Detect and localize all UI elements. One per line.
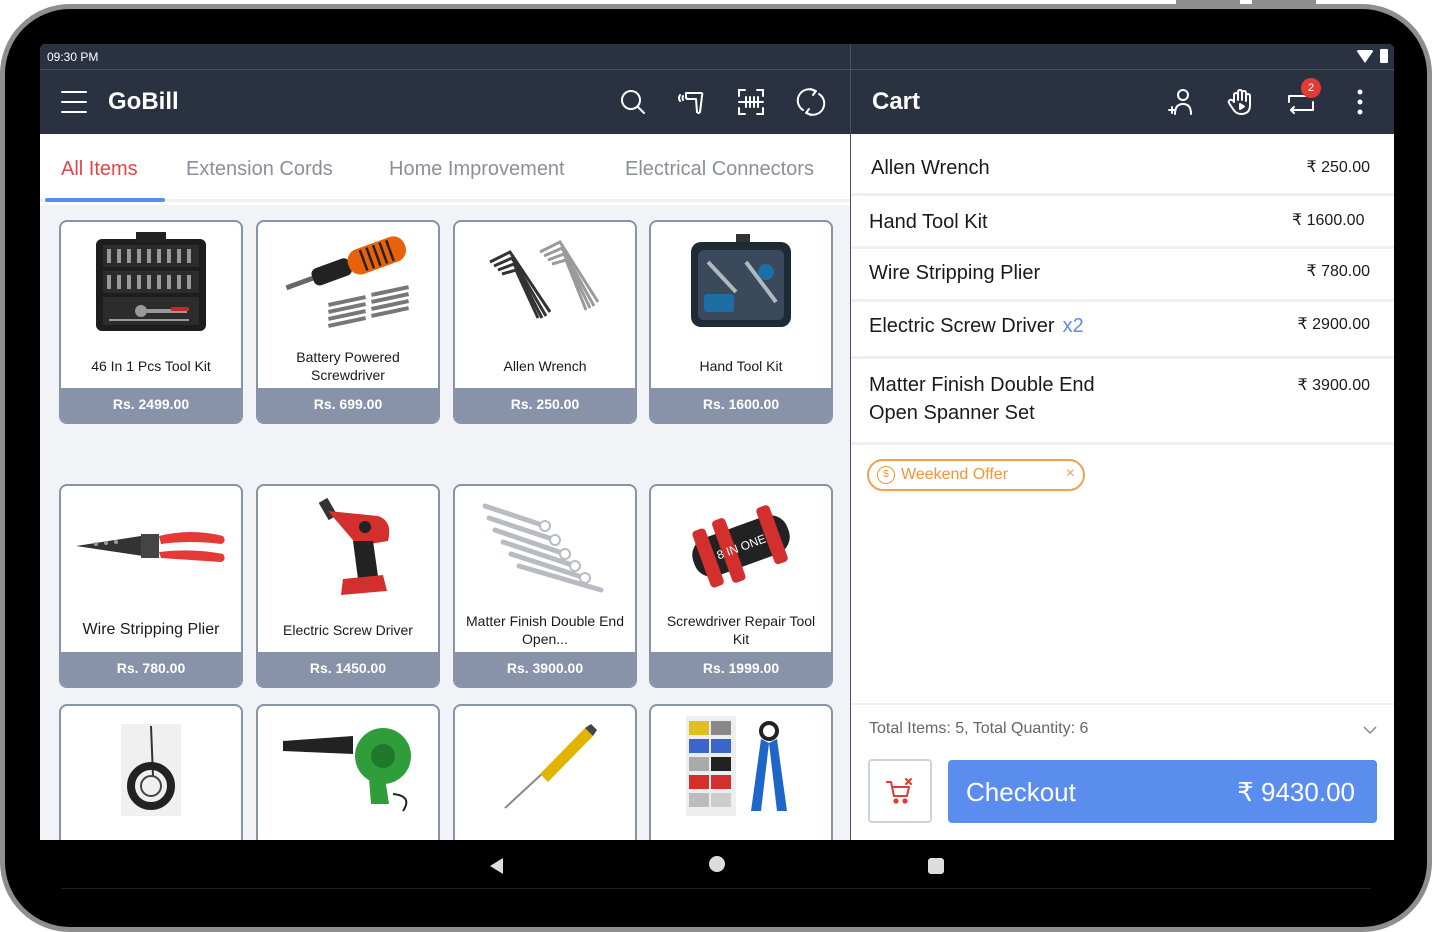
cart-item-name-text: Electric Screw Driver [869, 315, 1055, 337]
repair-kit-image: 8 IN ONE [651, 486, 831, 606]
product-price: Rs. 1450.00 [258, 652, 438, 686]
barcode-scan-icon[interactable] [735, 86, 767, 118]
product-name: Hand Tool Kit [699, 358, 783, 374]
product-name: Screwdriver Repair Tool Kit [666, 613, 816, 647]
cart-item-name: Allen Wrench [871, 157, 990, 179]
power-button [1252, 0, 1316, 4]
tab-extension-cords[interactable]: Extension Cords [186, 158, 333, 181]
volume-button [1176, 0, 1240, 4]
cart-item-name: Wire Stripping Plier [869, 262, 1041, 284]
product-card[interactable]: Matter Finish Double End Open... Rs. 390… [453, 484, 637, 688]
cart-item-price: ₹ 3900.00 [1297, 377, 1370, 394]
wire-stripper-image [61, 486, 241, 606]
hand-tool-kit-image [651, 222, 831, 342]
offer-label: Weekend Offer [901, 466, 1009, 483]
cart-title: Cart [872, 88, 921, 115]
cart-item-price: ₹ 780.00 [1306, 263, 1370, 280]
clear-cart-icon [886, 778, 912, 804]
cart-item-price: ₹ 2900.00 [1297, 316, 1370, 333]
home-icon[interactable] [709, 856, 725, 872]
scanner-gun-icon[interactable] [676, 86, 708, 118]
tester-image [455, 706, 635, 826]
product-name: Matter Finish Double End Open... [466, 613, 624, 647]
product-grid: 46 In 1 Pcs Tool Kit Rs. 2499.00 Battery… [40, 205, 850, 874]
product-card[interactable]: Wire Stripping Plier Rs. 780.00 [59, 484, 243, 688]
back-icon[interactable] [490, 858, 503, 874]
product-price: Rs. 250.00 [455, 388, 635, 422]
cart-item-name: Electric Screw Driver x2 [869, 312, 1084, 340]
cart-items: Allen Wrench ₹ 250.00 Hand Tool Kit ₹ 16… [851, 134, 1394, 445]
product-card[interactable]: Electric Screw Driver Rs. 1450.00 [256, 484, 440, 688]
search-icon[interactable] [617, 86, 649, 118]
active-tab-indicator [45, 198, 165, 202]
cart-item[interactable]: Allen Wrench ₹ 250.00 [851, 134, 1394, 196]
status-bar: 09:30 PM [40, 44, 1394, 70]
checkout-label: Checkout [966, 777, 1076, 807]
product-card[interactable]: Battery Powered Screwdriver Rs. 699.00 [256, 220, 440, 424]
product-name: Allen Wrench [503, 358, 587, 374]
cart-header: Cart 2 [851, 70, 1394, 134]
tab-all-items[interactable]: All Items [61, 158, 138, 181]
more-options-icon[interactable] [1344, 86, 1376, 118]
add-customer-icon[interactable] [1165, 86, 1197, 118]
allen-wrench-image [455, 222, 635, 342]
product-price: Rs. 2499.00 [61, 388, 241, 422]
chevron-down-icon[interactable] [1362, 722, 1378, 738]
product-name: 46 In 1 Pcs Tool Kit [91, 358, 211, 374]
hold-order-icon[interactable] [1225, 86, 1257, 118]
cart-summary: Total Items: 5, Total Quantity: 6 [869, 720, 1089, 737]
cart-item-name: Matter Finish Double End Open Spanner Se… [869, 374, 1095, 424]
app-bar: GoBill [40, 70, 850, 134]
electric-screwdriver-image [258, 486, 438, 606]
cart-item[interactable]: Wire Stripping Plier ₹ 780.00 [851, 249, 1394, 302]
cart-item[interactable]: Electric Screw Driver x2 ₹ 2900.00 [851, 302, 1394, 359]
product-price: Rs. 1600.00 [651, 388, 831, 422]
category-tabs: All Items Extension Cords Home Improveme… [40, 134, 850, 202]
crimping-tool-image [651, 706, 831, 826]
system-nav-bar [40, 840, 1394, 888]
cart-item-name: Hand Tool Kit [869, 211, 988, 233]
checkout-total: ₹ 9430.00 [1237, 777, 1355, 807]
checkout-button[interactable]: Checkout ₹ 9430.00 [948, 760, 1377, 823]
battery-icon [1380, 49, 1388, 63]
cart-item[interactable]: Matter Finish Double End Open Spanner Se… [851, 359, 1394, 445]
spanner-set-image [455, 486, 635, 606]
screwdriver-image [258, 222, 438, 342]
held-orders-icon[interactable]: 2 [1285, 78, 1321, 118]
refresh-icon[interactable] [795, 86, 827, 118]
product-card[interactable]: 8 IN ONE Screwdriver Repair Tool Kit Rs.… [649, 484, 833, 688]
product-card[interactable]: 46 In 1 Pcs Tool Kit Rs. 2499.00 [59, 220, 243, 424]
product-card[interactable]: Allen Wrench Rs. 250.00 [453, 220, 637, 424]
app-title: GoBill [108, 88, 179, 115]
remove-offer-icon[interactable]: × [1066, 465, 1075, 483]
product-name: Wire Stripping Plier [82, 621, 220, 638]
product-name: Electric Screw Driver [283, 622, 413, 638]
cart-item-price: ₹ 1600.00 [1292, 212, 1365, 229]
offer-coin-icon: $ [877, 466, 895, 484]
tab-home-improvement[interactable]: Home Improvement [389, 158, 565, 181]
bezel-line [62, 888, 1370, 889]
product-card[interactable]: Hand Tool Kit Rs. 1600.00 [649, 220, 833, 424]
held-orders-badge: 2 [1301, 78, 1321, 98]
air-blower-image [258, 706, 438, 826]
product-price: Rs. 1999.00 [651, 652, 831, 686]
cart-item-price: ₹ 250.00 [1306, 159, 1370, 176]
tool-kit-image [61, 222, 241, 342]
product-name: Battery Powered Screwdriver [296, 349, 400, 383]
product-price: Rs. 3900.00 [455, 652, 635, 686]
cart-item-qty: x2 [1062, 315, 1084, 337]
tab-electrical-connectors[interactable]: Electrical Connectors [625, 158, 814, 181]
wire-pulley-image [61, 706, 241, 826]
status-time: 09:30 PM [47, 50, 99, 64]
recent-apps-icon[interactable] [928, 858, 944, 874]
clear-cart-button[interactable] [868, 759, 932, 823]
hamburger-menu-icon[interactable] [61, 91, 87, 113]
cart-item[interactable]: Hand Tool Kit ₹ 1600.00 [851, 196, 1394, 249]
wifi-icon [1356, 49, 1374, 63]
summary-divider [851, 703, 1394, 705]
product-price: Rs. 699.00 [258, 388, 438, 422]
product-price: Rs. 780.00 [61, 652, 241, 686]
offer-chip[interactable]: $ Weekend Offer × [867, 459, 1085, 491]
